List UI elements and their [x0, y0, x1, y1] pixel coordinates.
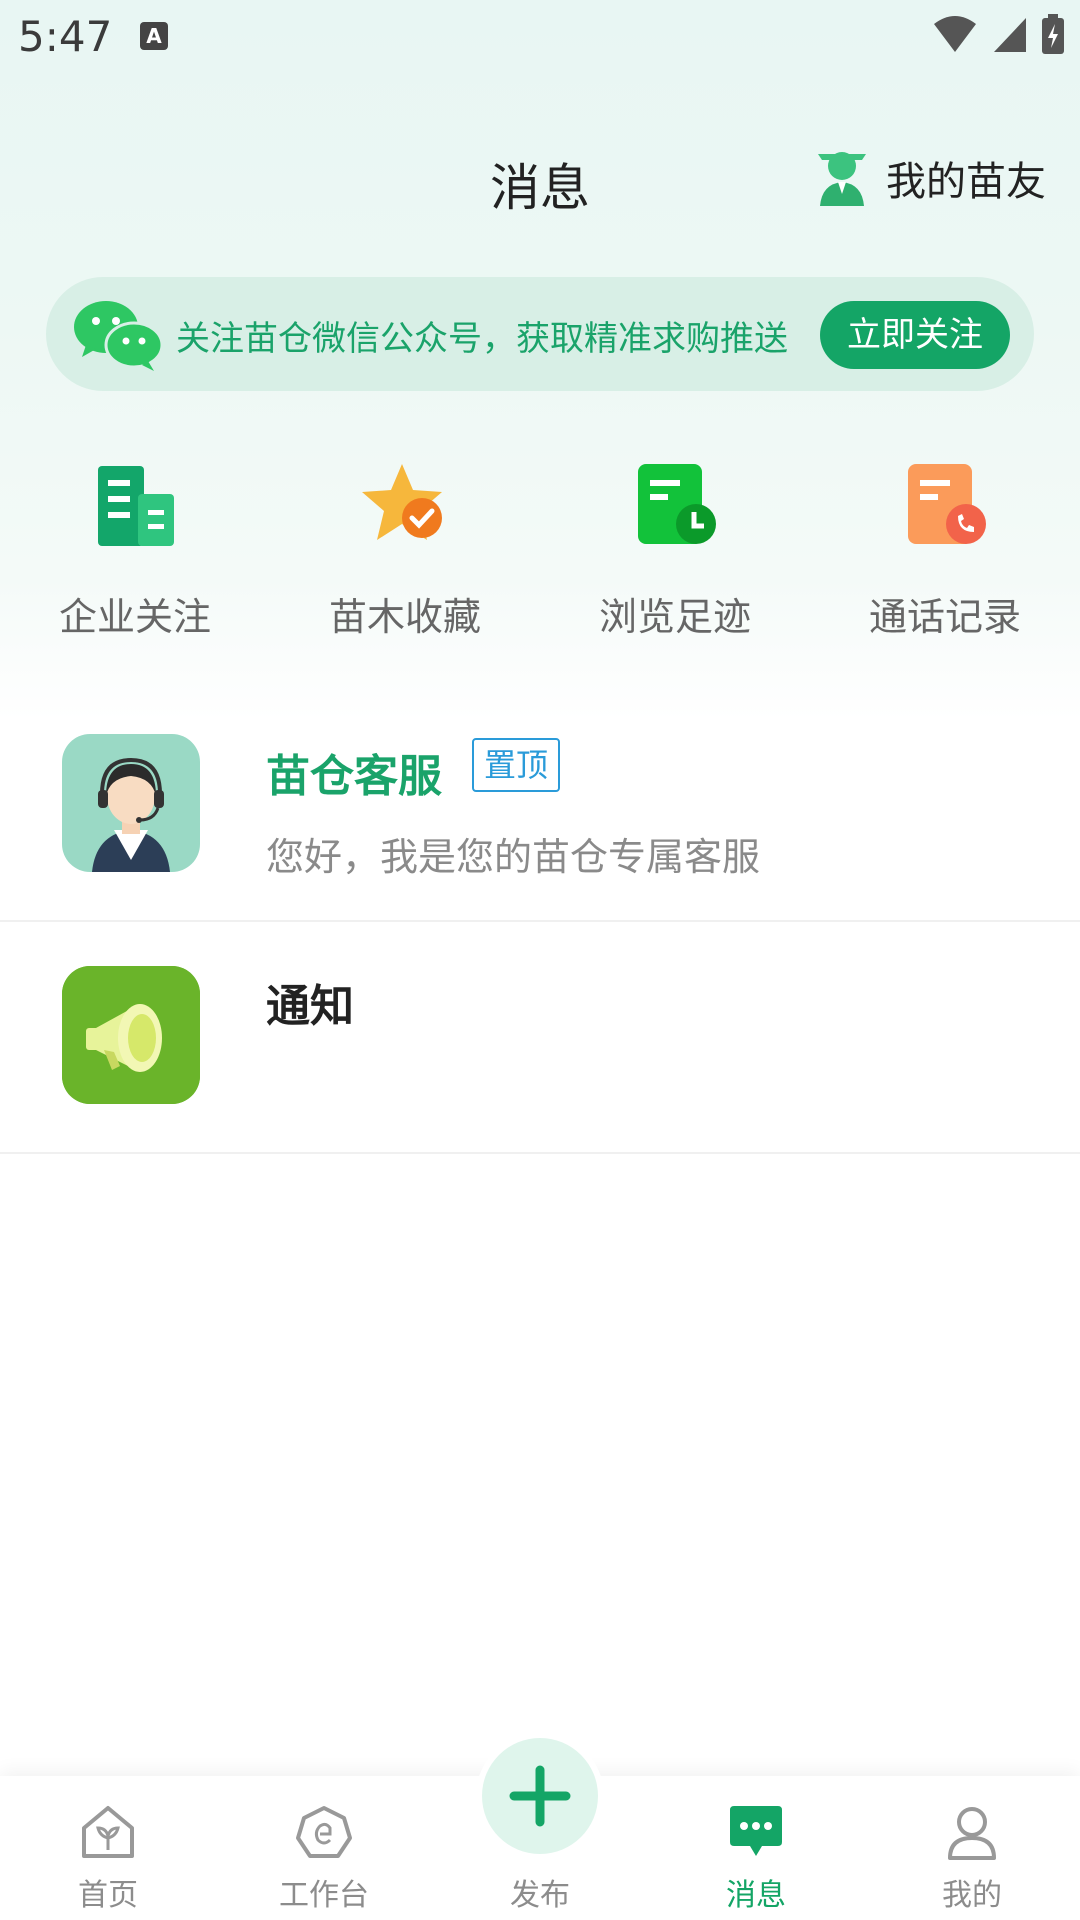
friend-avatar-icon — [818, 152, 866, 206]
star-check-icon — [362, 464, 442, 540]
building-icon — [98, 466, 174, 546]
tab-mine[interactable]: 我的 — [864, 1776, 1080, 1920]
banner-text: 关注苗仓微信公众号，获取精准求购推送 — [176, 319, 788, 359]
status-icons — [932, 14, 1064, 54]
message-subtitle: 您好，我是您的苗仓专属客服 — [266, 835, 761, 879]
wifi-icon — [934, 16, 976, 52]
workbench-icon — [296, 1806, 352, 1858]
wechat-follow-banner[interactable]: 关注苗仓微信公众号，获取精准求购推送 立即关注 — [46, 277, 1034, 391]
tab-label: 消息 — [726, 1878, 786, 1913]
message-title: 苗仓客服 — [266, 751, 442, 802]
my-friends-label: 我的苗友 — [886, 159, 1046, 205]
wechat-icon — [74, 301, 164, 371]
tab-workbench[interactable]: 工作台 — [216, 1776, 432, 1920]
message-title: 通知 — [266, 981, 354, 1032]
quick-action-label: 企业关注 — [58, 595, 211, 639]
follow-now-button[interactable]: 立即关注 — [820, 301, 1010, 369]
quick-action-browse-history[interactable]: 浏览足迹 — [540, 460, 810, 641]
quick-action-company-follow[interactable]: 企业关注 — [0, 460, 270, 641]
chat-bubble-icon — [730, 1806, 782, 1856]
user-icon — [948, 1807, 996, 1860]
status-time: 5:47 — [18, 12, 113, 61]
tab-label: 我的 — [942, 1878, 1002, 1913]
tab-label: 工作台 — [279, 1878, 369, 1913]
message-item-customer-service[interactable]: 苗仓客服 您好，我是您的苗仓专属客服 — [0, 690, 1080, 922]
plus-icon — [509, 1765, 571, 1827]
battery-icon — [1042, 14, 1064, 54]
signal-icon — [994, 18, 1026, 52]
quick-action-seedling-favorites[interactable]: 苗木收藏 — [270, 460, 540, 641]
home-plant-icon — [82, 1806, 134, 1858]
quick-action-label: 浏览足迹 — [598, 595, 751, 639]
tab-label: 发布 — [510, 1878, 570, 1913]
quick-actions: 企业关注 苗木收藏 浏览足迹 通话记录 — [0, 460, 1080, 640]
tab-messages[interactable]: 消息 — [648, 1776, 864, 1920]
publish-button[interactable] — [482, 1738, 598, 1854]
customer-service-avatar — [62, 734, 200, 872]
tab-label: 首页 — [78, 1878, 138, 1913]
call-record-icon — [908, 464, 986, 544]
quick-action-call-records[interactable]: 通话记录 — [810, 460, 1080, 641]
notification-a-icon: A — [140, 22, 168, 50]
quick-action-label: 苗木收藏 — [328, 595, 481, 639]
tab-home[interactable]: 首页 — [0, 1776, 216, 1920]
quick-action-label: 通话记录 — [868, 595, 1021, 639]
status-bar: 5:47 A — [0, 0, 1080, 72]
pinned-badge: 置顶 — [472, 738, 561, 792]
my-friends-button[interactable]: 我的苗友 — [812, 148, 1046, 208]
history-doc-icon — [638, 464, 716, 544]
megaphone-icon — [62, 966, 200, 1104]
message-item-notification[interactable]: 通知 — [0, 922, 1080, 1154]
